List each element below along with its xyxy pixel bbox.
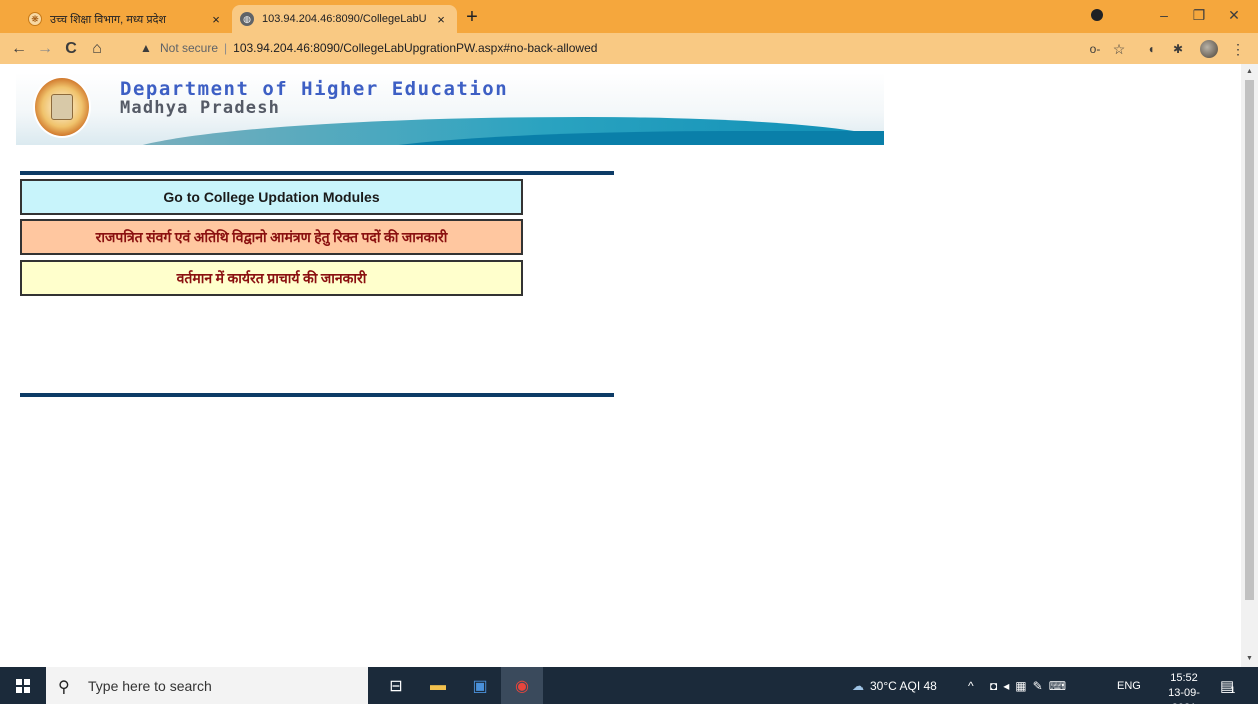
warning-icon[interactable]: ▲ bbox=[140, 41, 154, 55]
college-updation-modules-button[interactable]: Go to College Updation Modules bbox=[20, 179, 523, 215]
windows-logo-icon bbox=[16, 678, 30, 693]
menu-icon[interactable]: ⋮ bbox=[1230, 41, 1246, 57]
tab-title: उच्च शिक्षा विभाग, मध्य प्रदेश bbox=[50, 13, 166, 26]
system-tray-icons[interactable]: ◘ ◂ ▦ ✎ ⌨ bbox=[990, 667, 1072, 704]
profile-avatar[interactable] bbox=[1200, 40, 1218, 58]
address-separator: | bbox=[224, 41, 228, 55]
start-button[interactable] bbox=[0, 667, 46, 704]
emblem-icon: ❋ bbox=[28, 12, 42, 26]
notification-count: 1 bbox=[1230, 684, 1236, 695]
bottom-divider bbox=[20, 393, 614, 397]
keyboard-icon[interactable]: ⌨ bbox=[1049, 679, 1072, 693]
page-scrollbar[interactable]: ▲ ▼ bbox=[1241, 64, 1258, 667]
bookmark-star-icon[interactable]: ☆ bbox=[1111, 41, 1127, 57]
volume-muted-icon[interactable]: ◂ bbox=[1003, 679, 1015, 693]
current-principal-info-button[interactable]: वर्तमान में कार्यरत प्राचार्य की जानकारी bbox=[20, 260, 523, 296]
forward-button[interactable]: → bbox=[34, 38, 56, 60]
top-divider bbox=[20, 171, 614, 175]
home-button[interactable]: ⌂ bbox=[86, 38, 108, 60]
back-button[interactable]: ← bbox=[8, 38, 30, 60]
tab-college-lab[interactable]: ◍ 103.94.204.46:8090/CollegeLabU × bbox=[232, 5, 457, 33]
banner-title: Department of Higher Education bbox=[120, 78, 509, 100]
minimize-button[interactable]: – bbox=[1150, 4, 1178, 26]
clock-time: 15:52 bbox=[1170, 672, 1198, 684]
language-indicator[interactable]: ENG bbox=[1117, 667, 1141, 704]
meet-icon[interactable]: ◘ bbox=[990, 679, 1003, 693]
search-placeholder: Type here to search bbox=[88, 677, 212, 694]
browser-toolbar: ← → C ⌂ ▲ Not secure | 103.94.204.46:809… bbox=[0, 33, 1258, 64]
site-banner: Department of Higher Education Madhya Pr… bbox=[16, 73, 884, 145]
key-icon[interactable]: o- bbox=[1087, 41, 1103, 57]
clock[interactable]: 15:52 13-09-2021 bbox=[1156, 671, 1212, 716]
address-bar[interactable]: ▲ Not secure | 103.94.204.46:8090/Colleg… bbox=[140, 37, 1130, 59]
close-window-button[interactable]: ✕ bbox=[1220, 4, 1248, 26]
tab-strip: ❋ उच्च शिक्षा विभाग, मध्य प्रदेश × ◍ 103… bbox=[0, 0, 1258, 33]
pen-icon[interactable]: ✎ bbox=[1033, 679, 1049, 693]
new-tab-button[interactable]: + bbox=[461, 7, 483, 29]
notifications-icon[interactable]: ▤ 1 bbox=[1220, 667, 1235, 704]
scroll-up-icon[interactable]: ▲ bbox=[1245, 68, 1254, 76]
weather-icon: ☁ bbox=[852, 678, 864, 693]
tab-title: 103.94.204.46:8090/CollegeLabU bbox=[262, 13, 427, 25]
profile-indicator-icon[interactable] bbox=[1091, 9, 1103, 21]
globe-icon: ◍ bbox=[240, 12, 254, 26]
reload-button[interactable]: C bbox=[60, 38, 82, 60]
scroll-down-icon[interactable]: ▼ bbox=[1245, 655, 1254, 663]
chrome-icon[interactable]: ◉ bbox=[501, 667, 543, 704]
network-icon[interactable]: ▦ bbox=[1015, 679, 1032, 693]
vacant-posts-info-button[interactable]: राजपत्रित संवर्ग एवं अतिथि विद्वानो आमंत… bbox=[20, 219, 523, 255]
url-text[interactable]: 103.94.204.46:8090/CollegeLabUpgrationPW… bbox=[233, 41, 597, 55]
web-page: Department of Higher Education Madhya Pr… bbox=[0, 64, 1241, 667]
clock-date: 13-09-2021 bbox=[1168, 687, 1200, 714]
word-icon[interactable]: ▣ bbox=[459, 667, 501, 704]
weather-widget[interactable]: ☁ 30°C AQI 48 bbox=[852, 667, 937, 704]
tray-overflow-button[interactable]: ^ bbox=[968, 667, 974, 704]
weather-text: 30°C AQI 48 bbox=[870, 678, 937, 693]
tab-higher-education[interactable]: ❋ उच्च शिक्षा विभाग, मध्य प्रदेश × bbox=[20, 5, 232, 33]
tab-close-icon[interactable]: × bbox=[208, 12, 224, 27]
taskbar-search[interactable]: ⚲ Type here to search bbox=[46, 667, 368, 704]
puzzle-icon[interactable]: ✱ bbox=[1170, 41, 1186, 57]
restore-button[interactable]: ❐ bbox=[1185, 4, 1213, 26]
extension-icon[interactable]: ◖ bbox=[1143, 41, 1159, 57]
scrollbar-thumb[interactable] bbox=[1245, 80, 1254, 600]
search-icon: ⚲ bbox=[58, 678, 70, 696]
task-view-icon[interactable]: ⊟ bbox=[375, 667, 417, 704]
taskbar: ⚲ Type here to search ⊟ ▬ ▣ ◉ ☁ 30°C AQI… bbox=[0, 667, 1258, 714]
chevron-up-icon: ^ bbox=[968, 678, 974, 693]
tab-close-icon[interactable]: × bbox=[433, 12, 449, 27]
banner-subtitle: Madhya Pradesh bbox=[120, 98, 281, 118]
file-explorer-icon[interactable]: ▬ bbox=[417, 667, 459, 704]
security-label[interactable]: Not secure bbox=[160, 41, 218, 55]
mp-emblem-logo bbox=[33, 76, 91, 138]
